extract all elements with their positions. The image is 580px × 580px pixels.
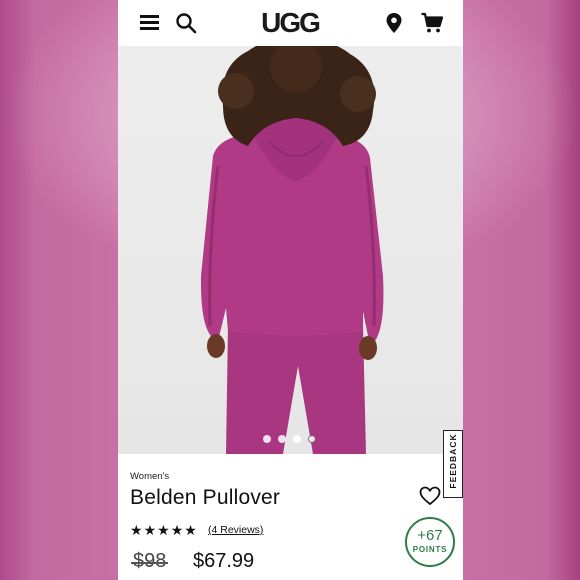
product-category: Women's — [130, 471, 170, 482]
heart-icon[interactable] — [419, 486, 441, 506]
search-icon[interactable] — [174, 11, 198, 35]
carousel-dot[interactable] — [293, 435, 301, 443]
star-icon: ★ — [157, 522, 170, 538]
feedback-label: FEEDBACK — [448, 433, 458, 489]
location-pin-icon[interactable] — [382, 11, 406, 35]
sale-price: $67.99 — [193, 550, 255, 572]
product-title: Belden Pullover — [130, 486, 281, 509]
product-image[interactable] — [118, 46, 463, 454]
star-icon: ★ — [170, 522, 184, 538]
brand-logo[interactable]: UGG — [257, 7, 323, 39]
carousel-dot[interactable] — [278, 435, 286, 443]
menu-icon[interactable] — [138, 11, 162, 35]
star-icon: ★ — [184, 522, 197, 538]
cart-icon[interactable] — [420, 11, 444, 35]
rating-stars: ★ ★ ★ ★ ★ — [130, 523, 197, 537]
star-icon: ★ — [143, 522, 157, 538]
feedback-tab[interactable]: FEEDBACK — [443, 430, 463, 498]
star-icon: ★ — [130, 522, 143, 538]
carousel-dot-active[interactable] — [308, 435, 316, 443]
carousel-dots — [263, 435, 316, 445]
product-page: UGG FEEDBACK Women's Belden Pullover ★ ★… — [118, 0, 463, 580]
model-photo — [200, 46, 384, 454]
top-nav-bar: UGG — [118, 0, 463, 46]
points-badge[interactable]: +67 POINTS — [405, 517, 455, 567]
points-value: +67 — [417, 527, 443, 544]
carousel-dot[interactable] — [263, 435, 271, 443]
original-price: $98 — [130, 550, 169, 572]
reviews-link[interactable]: (4 Reviews) — [208, 524, 263, 536]
points-label: POINTS — [412, 545, 448, 554]
